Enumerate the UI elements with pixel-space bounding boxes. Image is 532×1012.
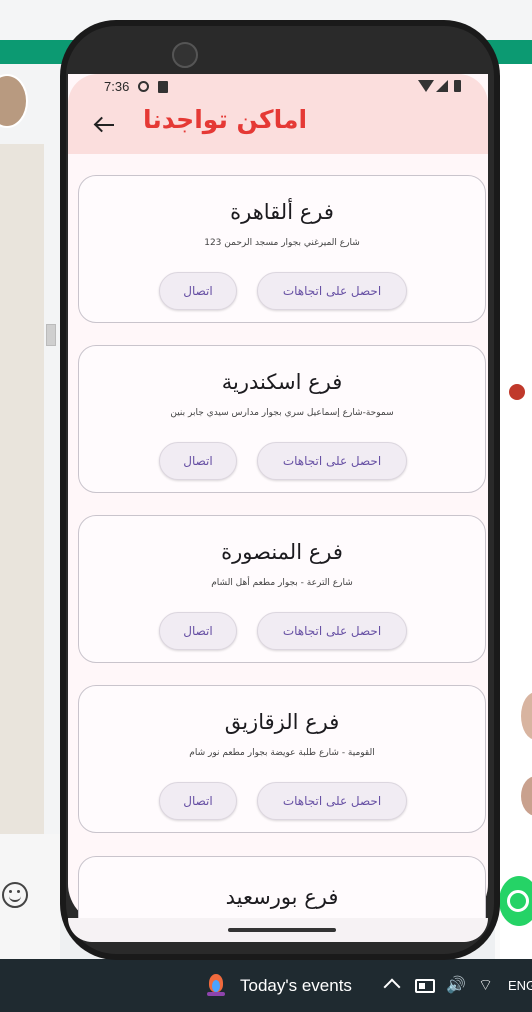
branch-name: فرع الزقازيق [224,710,340,734]
page-title: اماكن تواجدنا [142,105,308,134]
get-directions-button[interactable]: احصل على اتجاهات [257,612,407,650]
call-button[interactable]: اتصال [159,612,237,650]
scrollbar-thumb[interactable] [46,324,56,346]
language-indicator[interactable]: ENG [508,978,532,993]
branch-card-portsaid: فرع بورسعيد [78,856,486,926]
branch-name: فرع ألقاهرة [230,200,334,224]
weather-widget-label[interactable]: Today's events [240,976,352,996]
get-directions-button[interactable]: احصل على اتجاهات [257,272,407,310]
branch-card-mansoura: فرع المنصورة شارع الترعة - بجوار مطعم أه… [78,515,486,663]
wifi-icon [418,80,434,92]
status-time: 7:36 [104,79,130,94]
desktop-left-panel [0,64,60,959]
settings-icon [138,81,149,92]
branch-name: فرع المنصورة [221,540,343,564]
notification-dot [509,384,525,400]
branch-address: شارع الميرغني بجوار مسجد الرحمن 123 [204,238,360,248]
taskbar: Today's events 🔊 ⌔ ENG [0,959,532,1012]
whatsapp-icon[interactable] [499,876,532,926]
chevron-up-icon[interactable] [383,978,401,996]
signal-icon [436,80,448,92]
call-button[interactable]: اتصال [159,442,237,480]
branch-name: فرع اسكندرية [221,370,343,394]
back-arrow-icon[interactable] [86,110,122,142]
battery-icon [454,80,461,92]
branch-name: فرع بورسعيد [225,885,339,909]
home-indicator[interactable] [228,928,336,932]
branch-address: سموحة-شارع إسماعيل سري بجوار مدارس سيدي … [170,408,394,418]
call-button[interactable]: اتصال [159,272,237,310]
branch-card-zagazig: فرع الزقازيق القومية - شارع طلبة عويضة ب… [78,685,486,833]
weather-widget-icon[interactable] [204,974,228,998]
branch-card-alexandria: فرع اسكندرية سموحة-شارع إسماعيل سري بجوا… [78,345,486,493]
call-button[interactable]: اتصال [159,782,237,820]
wifi-icon[interactable]: ⌔ [478,975,493,995]
volume-icon[interactable]: 🔊 [446,975,466,994]
desktop-right-panel [495,64,532,959]
emoji-icon[interactable] [2,882,28,908]
get-directions-button[interactable]: احصل على اتجاهات [257,782,407,820]
right-strip [500,64,532,959]
status-bar: 7:36 [68,74,488,102]
branch-card-cairo: فرع ألقاهرة شارع الميرغني بجوار مسجد الر… [78,175,486,323]
sim-icon [158,81,168,93]
battery-icon[interactable] [415,979,435,993]
camera-icon [172,42,198,68]
get-directions-button[interactable]: احصل على اتجاهات [257,442,407,480]
chat-background [0,144,44,894]
branch-address: شارع الترعة - بجوار مطعم أهل الشام [211,578,353,588]
branch-address: القومية - شارع طلبة عويضة بجوار مطعم نور… [189,748,375,758]
